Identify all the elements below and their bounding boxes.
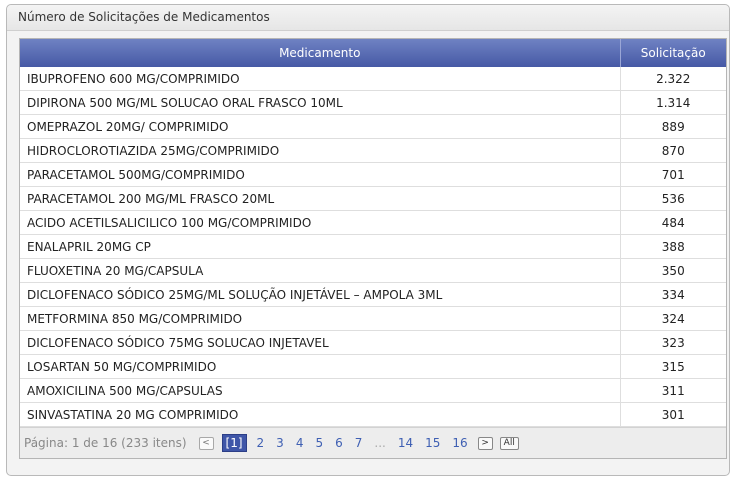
page-link[interactable]: 16 xyxy=(452,436,467,450)
current-page: [1] xyxy=(221,434,247,452)
table-row[interactable]: METFORMINA 850 MG/COMPRIMIDO 324 xyxy=(20,306,726,331)
request-count-cell: 870 xyxy=(620,138,726,163)
request-count-cell: 350 xyxy=(620,258,726,283)
request-count-cell: 311 xyxy=(620,378,726,403)
medication-name-cell: METFORMINA 850 MG/COMPRIMIDO xyxy=(20,306,621,331)
medication-name-cell: AMOXICILINA 500 MG/CAPSULAS xyxy=(20,378,621,403)
pager-summary: Página: 1 de 16 (233 itens) xyxy=(24,436,187,450)
table-row[interactable]: HIDROCLOROTIAZIDA 25MG/COMPRIMIDO 870 xyxy=(20,138,726,163)
table-row[interactable]: DIPIRONA 500 MG/ML SOLUCAO ORAL FRASCO 1… xyxy=(20,90,726,115)
request-count-cell: 536 xyxy=(620,186,726,211)
request-count-cell: 323 xyxy=(620,330,726,355)
column-header-medicamento[interactable]: Medicamento xyxy=(20,39,621,67)
page-link[interactable]: 5 xyxy=(315,436,323,450)
medication-name-cell: DIPIRONA 500 MG/ML SOLUCAO ORAL FRASCO 1… xyxy=(20,90,621,115)
table-row[interactable]: AMOXICILINA 500 MG/CAPSULAS 311 xyxy=(20,378,726,403)
request-count-cell: 1.314 xyxy=(620,90,726,115)
panel-title: Número de Solicitações de Medicamentos xyxy=(7,5,729,31)
medication-table: Medicamento Solicitação IBUPROFENO 600 M… xyxy=(20,39,726,427)
table-row[interactable]: FLUOXETINA 20 MG/CAPSULA 350 xyxy=(20,258,726,283)
medication-name-cell: DICLOFENACO SÓDICO 25MG/ML SOLUÇÃO INJET… xyxy=(20,282,621,307)
request-count-cell: 301 xyxy=(620,402,726,427)
table-row[interactable]: PARACETAMOL 500MG/COMPRIMIDO 701 xyxy=(20,162,726,187)
column-header-solicitacao[interactable]: Solicitação xyxy=(620,39,726,67)
medication-name-cell: FLUOXETINA 20 MG/CAPSULA xyxy=(20,258,621,283)
table-row[interactable]: ACIDO ACETILSALICILICO 100 MG/COMPRIMIDO… xyxy=(20,210,726,235)
page-link[interactable]: 2 xyxy=(257,436,265,450)
prev-page-button[interactable]: < xyxy=(198,436,214,450)
medication-name-cell: ENALAPRIL 20MG CP xyxy=(20,234,621,259)
medication-name-cell: HIDROCLOROTIAZIDA 25MG/COMPRIMIDO xyxy=(20,138,621,163)
request-count-cell: 701 xyxy=(620,162,726,187)
request-count-cell: 315 xyxy=(620,354,726,379)
table-row[interactable]: SINVASTATINA 20 MG COMPRIMIDO 301 xyxy=(20,402,726,427)
medication-name-cell: SINVASTATINA 20 MG COMPRIMIDO xyxy=(20,402,621,427)
request-count-cell: 2.322 xyxy=(620,67,726,91)
medication-grid: Medicamento Solicitação IBUPROFENO 600 M… xyxy=(19,38,727,459)
request-count-cell: 334 xyxy=(620,282,726,307)
show-all-button[interactable]: All xyxy=(499,436,519,450)
medication-name-cell: LOSARTAN 50 MG/COMPRIMIDO xyxy=(20,354,621,379)
next-page-button[interactable]: > xyxy=(477,436,493,450)
table-row[interactable]: DICLOFENACO SÓDICO 25MG/ML SOLUÇÃO INJET… xyxy=(20,282,726,307)
page-link[interactable]: 14 xyxy=(398,436,413,450)
table-row[interactable]: OMEPRAZOL 20MG/ COMPRIMIDO 889 xyxy=(20,114,726,139)
medication-requests-panel: Número de Solicitações de Medicamentos M… xyxy=(6,4,730,476)
request-count-cell: 324 xyxy=(620,306,726,331)
request-count-cell: 889 xyxy=(620,114,726,139)
pager-ellipsis: ... xyxy=(374,436,386,450)
pager: Página: 1 de 16 (233 itens) < [1] 234567… xyxy=(20,427,726,458)
table-row[interactable]: IBUPROFENO 600 MG/COMPRIMIDO 2.322 xyxy=(20,67,726,91)
table-row[interactable]: ENALAPRIL 20MG CP 388 xyxy=(20,234,726,259)
medication-name-cell: OMEPRAZOL 20MG/ COMPRIMIDO xyxy=(20,114,621,139)
page-link[interactable]: 3 xyxy=(276,436,284,450)
page-link[interactable]: 4 xyxy=(296,436,304,450)
page-link[interactable]: 7 xyxy=(355,436,363,450)
table-row[interactable]: PARACETAMOL 200 MG/ML FRASCO 20ML 536 xyxy=(20,186,726,211)
medication-name-cell: DICLOFENACO SÓDICO 75MG SOLUCAO INJETAVE… xyxy=(20,330,621,355)
request-count-cell: 484 xyxy=(620,210,726,235)
page-link[interactable]: 15 xyxy=(425,436,440,450)
request-count-cell: 388 xyxy=(620,234,726,259)
page-link[interactable]: 6 xyxy=(335,436,343,450)
table-row[interactable]: DICLOFENACO SÓDICO 75MG SOLUCAO INJETAVE… xyxy=(20,330,726,355)
table-header-row: Medicamento Solicitação xyxy=(20,39,726,67)
table-row[interactable]: LOSARTAN 50 MG/COMPRIMIDO 315 xyxy=(20,354,726,379)
medication-name-cell: PARACETAMOL 500MG/COMPRIMIDO xyxy=(20,162,621,187)
medication-name-cell: PARACETAMOL 200 MG/ML FRASCO 20ML xyxy=(20,186,621,211)
medication-name-cell: ACIDO ACETILSALICILICO 100 MG/COMPRIMIDO xyxy=(20,210,621,235)
medication-name-cell: IBUPROFENO 600 MG/COMPRIMIDO xyxy=(20,67,621,91)
